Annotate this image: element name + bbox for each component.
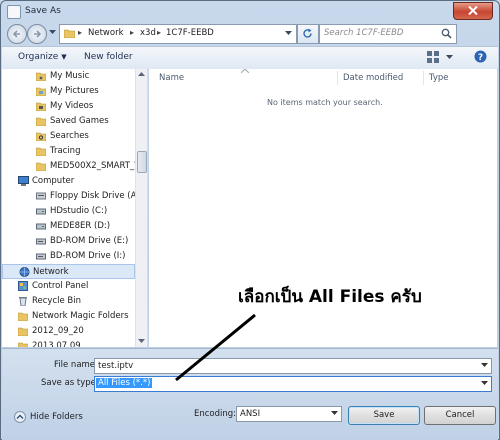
annotation-text: เลือกเป็น All Files ครับ [238,287,422,307]
save-as-dialog: Save As ▸ Network ▸ x3d ▸ 1C7F-EEBD Sear… [0,0,500,440]
annotation-arrow-line [175,313,256,382]
